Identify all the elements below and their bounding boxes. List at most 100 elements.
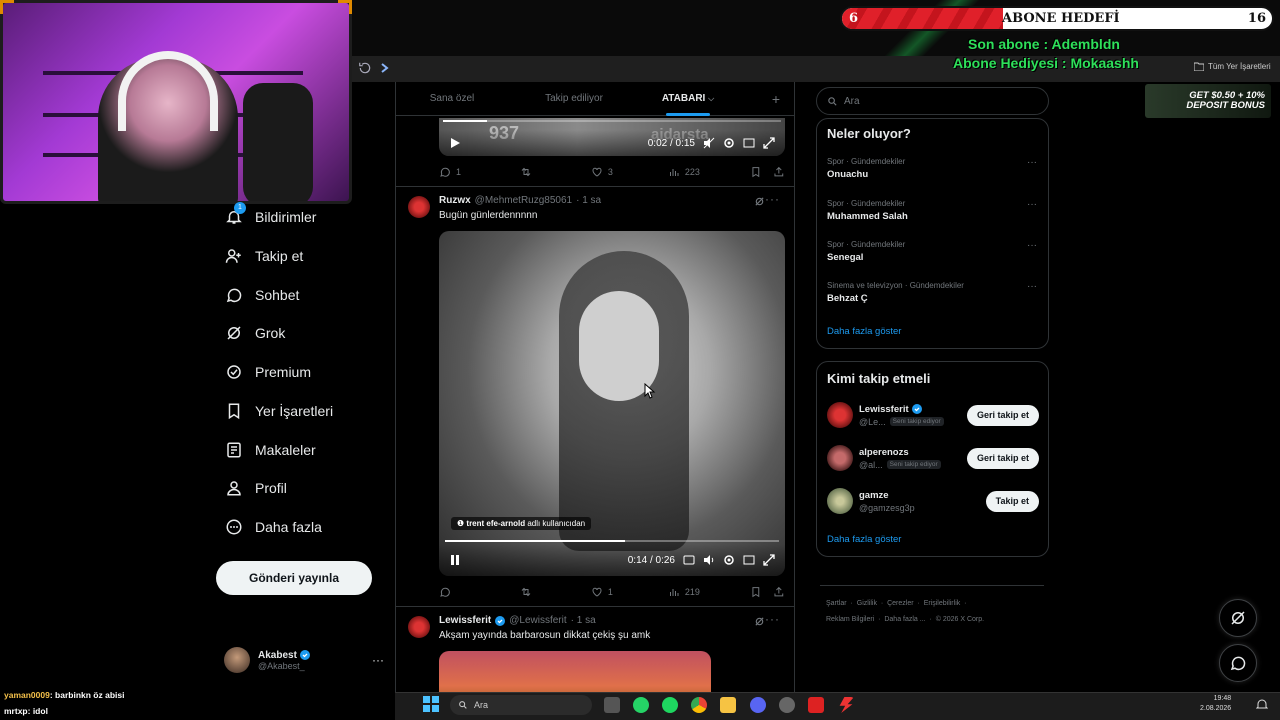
trends-show-more[interactable]: Daha fazla göster <box>827 326 901 337</box>
system-clock[interactable]: 19:48 2.08.2026 <box>1200 694 1231 714</box>
video-progress[interactable] <box>443 120 781 122</box>
add-tab-icon[interactable]: + <box>736 82 794 116</box>
follow-button[interactable]: Takip et <box>985 490 1039 512</box>
post-button[interactable]: Gönderi yayınla <box>216 561 372 595</box>
follow-back-button[interactable]: Geri takip et <box>966 447 1039 469</box>
nav-more[interactable]: Daha fazla <box>225 512 322 542</box>
notification-center-icon[interactable] <box>1256 698 1268 710</box>
suggestion-name: gamze <box>859 489 889 501</box>
nav-articles[interactable]: Makaleler <box>225 435 316 465</box>
nav-notifications[interactable]: 1 Bildirimler <box>225 202 316 232</box>
footer-link[interactable]: Şartlar <box>826 600 847 607</box>
bookmark-icon[interactable] <box>750 166 762 178</box>
footer-link[interactable]: Erişilebilirlik <box>924 600 961 607</box>
refresh-icon[interactable] <box>358 61 372 75</box>
fullscreen-icon[interactable] <box>763 554 775 566</box>
nav-chat[interactable]: Sohbet <box>225 280 299 310</box>
whatsapp-icon[interactable] <box>633 697 649 713</box>
tweet-more-icon[interactable]: ··· <box>765 192 780 206</box>
follow-suggestion[interactable]: gamze @gamzesg3p Takip et <box>827 486 1039 516</box>
settings-icon[interactable] <box>723 554 735 566</box>
retweet-button[interactable] <box>520 166 591 178</box>
share-icon[interactable] <box>773 586 785 598</box>
spotify-icon[interactable] <box>662 697 678 713</box>
nav-follow[interactable]: Takip et <box>225 241 303 271</box>
video-attribution[interactable]: ❶ trent efe-arnold adlı kullanıcıdan <box>451 517 592 530</box>
tweet-avatar[interactable] <box>408 616 430 638</box>
tweet-author-handle[interactable]: @Lewissferit <box>509 615 566 626</box>
tweet-time[interactable]: · 1 sa <box>576 195 601 206</box>
trend-item[interactable]: Spor · Gündemdekiler Senegal ··· <box>827 240 1037 263</box>
taskbar-search[interactable]: Ara <box>450 695 592 715</box>
task-view-icon[interactable] <box>604 697 620 713</box>
discord-icon[interactable] <box>750 697 766 713</box>
fullscreen-icon[interactable] <box>763 137 775 149</box>
account-more-icon[interactable]: ··· <box>372 653 384 667</box>
views-button[interactable]: 219 <box>668 586 750 598</box>
mute-icon[interactable] <box>703 137 715 149</box>
follow-suggestion[interactable]: Lewissferit @Le... Seni takip ediyor Geri… <box>827 400 1039 430</box>
tweet-video[interactable]: 937 aidarsta 0:02 / 0:15 <box>439 118 785 156</box>
grok-icon[interactable] <box>754 196 765 207</box>
tab-atabari[interactable]: ATABARI ⌵ <box>640 82 736 116</box>
tweet-author-name[interactable]: Ruzwx <box>439 195 471 206</box>
nav-profile[interactable]: Profil <box>225 473 287 503</box>
all-bookmarks[interactable]: Tüm Yer İşaretleri <box>1194 62 1271 71</box>
tweet-author-name[interactable]: Lewissferit <box>439 615 491 626</box>
search-input[interactable]: Ara <box>816 87 1049 115</box>
trend-more-icon[interactable]: ··· <box>1027 199 1037 210</box>
nav-premium[interactable]: Premium <box>225 357 311 387</box>
file-explorer-icon[interactable] <box>720 697 736 713</box>
tweet-avatar[interactable] <box>408 196 430 218</box>
trend-item[interactable]: Spor · Gündemdekiler Onuachu ··· <box>827 157 1037 180</box>
footer-link[interactable]: Reklam Bilgileri <box>826 616 874 623</box>
views-button[interactable]: 223 <box>668 166 750 178</box>
trend-more-icon[interactable]: ··· <box>1027 157 1037 168</box>
pip-icon[interactable] <box>743 554 755 566</box>
share-icon[interactable] <box>773 166 785 178</box>
footer-link[interactable]: Çerezler <box>887 600 913 607</box>
views-icon <box>669 589 679 596</box>
pip-icon[interactable] <box>743 137 755 149</box>
grok-float-button[interactable] <box>1219 599 1257 637</box>
follow-suggestion[interactable]: alperenozs @al... Seni takip ediyor Geri … <box>827 443 1039 473</box>
trend-item[interactable]: Spor · Gündemdekiler Muhammed Salah ··· <box>827 199 1037 222</box>
chrome-icon[interactable] <box>691 697 707 713</box>
bookmark-icon[interactable] <box>750 586 762 598</box>
retweet-button[interactable] <box>520 586 591 598</box>
tweet-time[interactable]: · 1 sa <box>571 615 596 626</box>
video-progress[interactable] <box>445 540 779 542</box>
pause-icon[interactable] <box>449 554 461 566</box>
reply-button[interactable] <box>439 586 520 598</box>
volume-icon[interactable] <box>703 554 715 566</box>
tab-for-you[interactable]: Sana özel <box>396 82 508 116</box>
reply-button[interactable]: 1 <box>439 166 520 178</box>
tweet-more-icon[interactable]: ··· <box>765 612 780 626</box>
like-button[interactable]: 1 <box>591 586 668 598</box>
tab-following[interactable]: Takip ediliyor <box>508 82 640 116</box>
grok-icon[interactable] <box>754 616 765 627</box>
nav-bookmarks[interactable]: Yer İşaretleri <box>225 396 333 426</box>
steam-icon[interactable] <box>779 697 795 713</box>
like-button[interactable]: 3 <box>591 166 668 178</box>
avatar <box>827 402 853 428</box>
footer-link[interactable]: Gizlilik <box>857 600 877 607</box>
tweet-author-handle[interactable]: @MehmetRuzg85061 <box>475 195 572 206</box>
footer-link[interactable]: Daha fazla ... <box>884 616 925 623</box>
tweet-video[interactable]: ❶ trent efe-arnold adlı kullanıcıdan 0:1… <box>439 231 785 576</box>
nav-grok[interactable]: Grok <box>225 318 285 348</box>
follow-back-button[interactable]: Geri takip et <box>966 404 1039 426</box>
messages-float-button[interactable] <box>1219 644 1257 682</box>
account-switcher[interactable]: Akabest @Akabest_ ··· <box>224 644 384 676</box>
settings-icon[interactable] <box>723 137 735 149</box>
obs-icon[interactable] <box>808 697 824 713</box>
chevron-right-icon[interactable] <box>380 62 390 74</box>
tweet-image[interactable] <box>439 651 711 692</box>
captions-icon[interactable] <box>683 554 695 566</box>
trend-item[interactable]: Sinema ve televizyon · Gündemdekiler Beh… <box>827 281 1037 304</box>
who-show-more[interactable]: Daha fazla göster <box>827 534 901 545</box>
play-icon[interactable] <box>449 137 461 149</box>
windows-start-icon[interactable] <box>423 696 439 712</box>
trend-more-icon[interactable]: ··· <box>1027 281 1037 292</box>
trend-more-icon[interactable]: ··· <box>1027 240 1037 251</box>
